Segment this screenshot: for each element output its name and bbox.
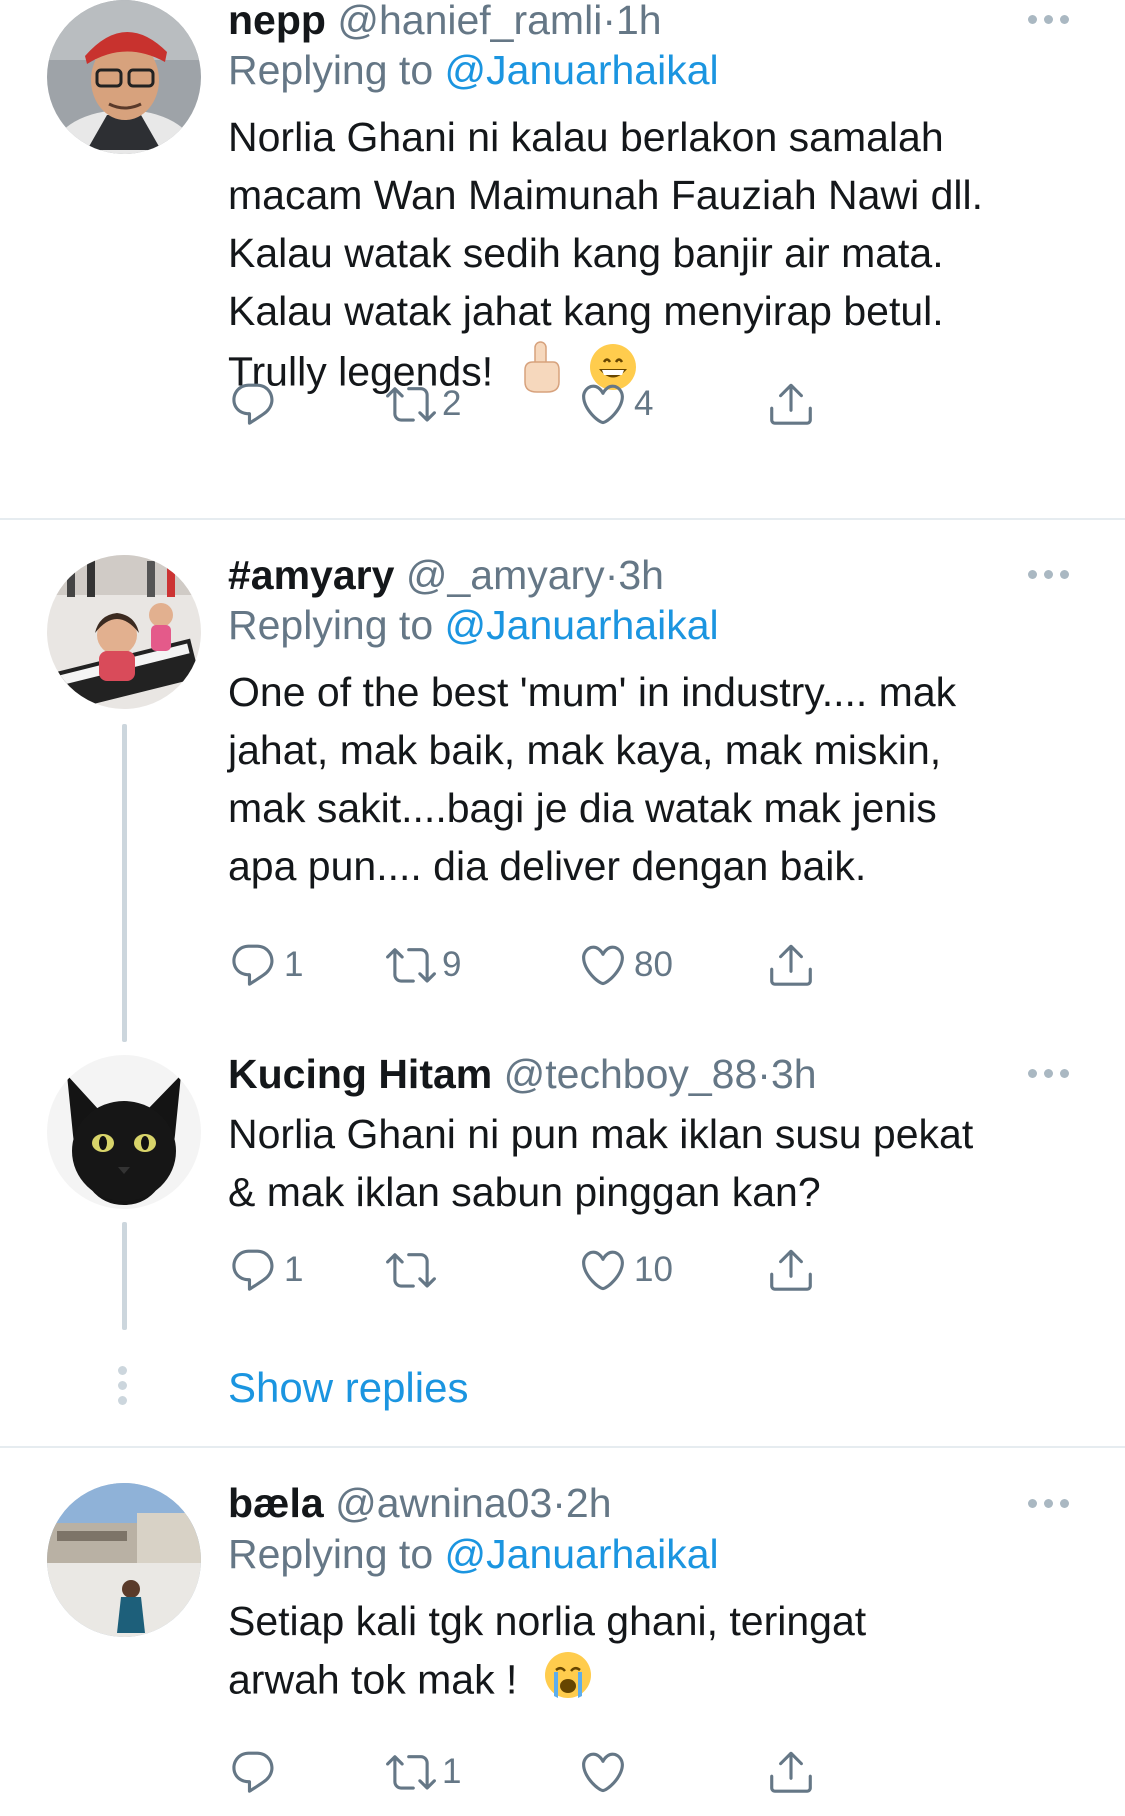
replying-to: Replying to @Januarhaikal: [228, 601, 719, 649]
retweet-count: 1: [442, 1752, 462, 1791]
display-name[interactable]: Kucing Hitam: [228, 1051, 492, 1097]
mention-link[interactable]: @Januarhaikal: [445, 602, 719, 648]
retweet-icon: [386, 1245, 436, 1295]
text-line: jahat, mak baik, mak kaya, mak miskin,: [228, 727, 942, 773]
reply-icon: [228, 940, 278, 990]
separator-dot: ·: [757, 1051, 771, 1097]
timestamp[interactable]: 3h: [618, 552, 664, 598]
like-count: 10: [634, 1250, 673, 1289]
user-handle[interactable]: @techboy_88: [504, 1051, 758, 1097]
separator-dot: ·: [604, 552, 619, 598]
separator-dot: ·: [602, 0, 616, 43]
reply-icon: [228, 1747, 278, 1797]
tweet-actions: 2 4: [228, 376, 1008, 432]
timestamp[interactable]: 1h: [616, 0, 662, 43]
more-replies-dots: [118, 1366, 130, 1411]
replying-label: Replying to: [228, 47, 445, 93]
share-icon: [766, 1245, 816, 1295]
heart-icon: [578, 1245, 628, 1295]
retweet-button[interactable]: [386, 1242, 442, 1298]
tweet-text: One of the best 'mum' in industry.... ma…: [228, 663, 1088, 895]
like-count: 4: [634, 384, 654, 423]
more-options-icon[interactable]: [1028, 567, 1072, 581]
reply-count: 1: [284, 945, 304, 984]
tweet-actions: 1 9 80: [228, 937, 1008, 993]
tweet-text: Norlia Ghani ni kalau berlakon samalah m…: [228, 108, 1088, 409]
more-options-icon[interactable]: [1028, 12, 1072, 26]
like-button[interactable]: 10: [578, 1242, 673, 1298]
text-line: apa pun.... dia deliver dengan baik.: [228, 843, 867, 889]
user-handle[interactable]: @_amyary: [406, 552, 605, 598]
tweet-actions: 1: [228, 1744, 1008, 1800]
share-button[interactable]: [766, 1242, 816, 1298]
text-line: Norlia Ghani ni pun mak iklan susu pekat: [228, 1111, 974, 1157]
display-name[interactable]: nepp: [228, 0, 326, 43]
divider: [0, 518, 1125, 520]
reply-icon: [228, 1245, 278, 1295]
show-replies-link[interactable]: Show replies: [228, 1363, 468, 1413]
retweet-icon: [386, 1747, 436, 1797]
text-line: Kalau watak jahat kang menyirap betul.: [228, 288, 944, 334]
text-line: One of the best 'mum' in industry.... ma…: [228, 669, 957, 715]
divider: [0, 1446, 1125, 1448]
mention-link[interactable]: @Januarhaikal: [445, 47, 719, 93]
replying-to: Replying to @Januarhaikal: [228, 46, 719, 94]
avatar-nepp[interactable]: [47, 0, 201, 154]
avatar-kucing-hitam[interactable]: [47, 1055, 201, 1209]
text-line: arwah tok mak !: [228, 1656, 518, 1703]
tweet-text: Setiap kali tgk norlia ghani, teringat a…: [228, 1592, 1088, 1715]
tweet-text: Norlia Ghani ni pun mak iklan susu pekat…: [228, 1105, 1088, 1221]
like-button[interactable]: [578, 1744, 634, 1800]
text-line: Setiap kali tgk norlia ghani, teringat: [228, 1598, 867, 1644]
reply-button[interactable]: 1: [228, 1242, 303, 1298]
share-icon: [766, 940, 816, 990]
text-line: macam Wan Maimunah Fauziah Nawi dll.: [228, 172, 983, 218]
retweet-icon: [386, 940, 436, 990]
share-button[interactable]: [766, 1744, 816, 1800]
user-handle[interactable]: @hanief_ramli: [337, 0, 602, 43]
text-line: Kalau watak sedih kang banjir air mata.: [228, 230, 944, 276]
retweet-button[interactable]: 9: [386, 937, 461, 993]
share-icon: [766, 1747, 816, 1797]
reply-button[interactable]: 1: [228, 937, 303, 993]
retweet-button[interactable]: 1: [386, 1744, 461, 1800]
display-name[interactable]: #amyary: [228, 552, 394, 598]
replying-label: Replying to: [228, 602, 445, 648]
heart-icon: [578, 379, 628, 429]
like-count: 80: [634, 945, 673, 984]
avatar-amyary[interactable]: [47, 555, 201, 709]
avatar-baela[interactable]: [47, 1483, 201, 1637]
crying-emoji: [543, 1650, 593, 1715]
tweet-header: #amyary @_amyary·3h: [228, 551, 664, 599]
retweet-button[interactable]: 2: [386, 376, 461, 432]
thread-connector: [122, 1222, 127, 1330]
share-button[interactable]: [766, 937, 816, 993]
text-line-with-emoji: arwah tok mak !: [228, 1650, 1088, 1715]
share-icon: [766, 379, 816, 429]
tweet-actions: 1 10: [228, 1242, 1008, 1298]
heart-icon: [578, 940, 628, 990]
reply-count: 1: [284, 1250, 304, 1289]
retweet-count: 9: [442, 945, 462, 984]
retweet-icon: [386, 379, 436, 429]
reply-button[interactable]: [228, 376, 284, 432]
like-button[interactable]: 80: [578, 937, 673, 993]
text-line: Norlia Ghani ni kalau berlakon samalah: [228, 114, 944, 160]
text-line: & mak iklan sabun pinggan kan?: [228, 1169, 821, 1215]
tweet-header: Kucing Hitam @techboy_88·3h: [228, 1050, 817, 1098]
timestamp[interactable]: 3h: [771, 1051, 817, 1097]
like-button[interactable]: 4: [578, 376, 653, 432]
heart-icon: [578, 1747, 628, 1797]
thread-connector: [122, 724, 127, 1042]
retweet-count: 2: [442, 384, 462, 423]
text-line: mak sakit....bagi je dia watak mak jenis: [228, 785, 937, 831]
more-options-icon[interactable]: [1028, 1496, 1072, 1510]
reply-button[interactable]: [228, 1744, 284, 1800]
reply-icon: [228, 379, 278, 429]
share-button[interactable]: [766, 376, 816, 432]
more-options-icon[interactable]: [1028, 1066, 1072, 1080]
tweet-header: nepp @hanief_ramli·1h: [228, 0, 662, 44]
